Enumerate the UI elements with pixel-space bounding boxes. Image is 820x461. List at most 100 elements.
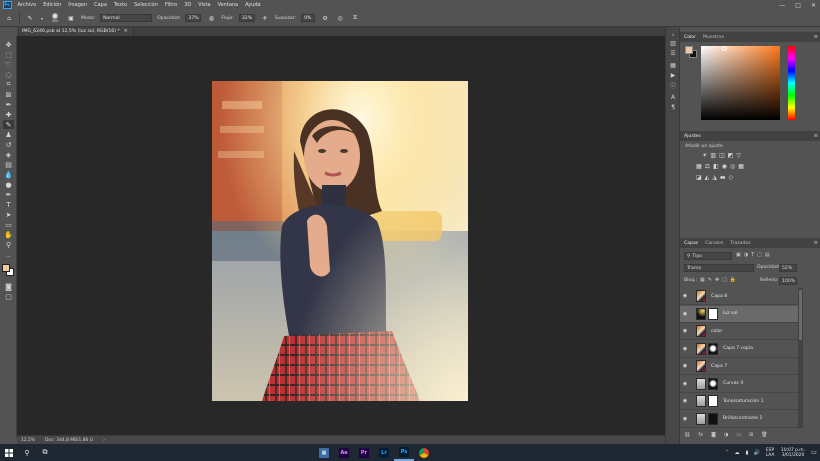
collapse-icon[interactable]: « [668, 30, 678, 39]
new-group-icon[interactable]: ▭ [736, 432, 741, 438]
quick-selection-icon[interactable]: ◌ [3, 70, 14, 79]
visibility-eye-icon[interactable]: ◉ [680, 311, 690, 317]
posterize-icon[interactable]: ◭ [705, 174, 710, 181]
tab-trazados[interactable]: Trazados [730, 241, 750, 246]
frame-tool-icon[interactable]: ⊠ [3, 90, 14, 99]
layer-row[interactable]: ◉ color [680, 323, 798, 340]
lock-artboard-icon[interactable]: ▢ [722, 277, 727, 283]
layer-mask-thumbnail[interactable] [708, 395, 718, 407]
new-adjustment-icon[interactable]: ◑ [724, 432, 728, 438]
threshold-icon[interactable]: ◮ [712, 174, 717, 181]
visibility-eye-icon[interactable]: ◉ [680, 328, 690, 334]
hue-saturation-icon[interactable]: ▦ [696, 163, 702, 170]
layer-row[interactable]: ◉ Capa 7 [680, 358, 798, 375]
quick-mask-icon[interactable]: ◙ [3, 282, 14, 291]
layer-mask-thumbnail[interactable] [708, 377, 718, 390]
marquee-tool-icon[interactable]: ⬚ [3, 50, 14, 59]
move-tool-icon[interactable]: ✥ [3, 40, 14, 49]
pressure-size-icon[interactable]: ◎ [335, 13, 345, 23]
color-lookup-icon[interactable]: ▦ [738, 163, 744, 170]
healing-brush-icon[interactable]: ✚ [3, 110, 14, 119]
levels-icon[interactable]: ▥ [710, 152, 716, 159]
chrome-app[interactable] [414, 444, 434, 461]
type-tool-icon[interactable]: T [3, 200, 14, 209]
symmetry-icon[interactable]: ⧖ [350, 13, 360, 23]
color-balance-icon[interactable]: ⚖ [705, 163, 710, 170]
layer-thumbnail[interactable] [696, 360, 706, 372]
minimize-button[interactable]: — [779, 2, 785, 9]
smooth-field[interactable]: 0% [301, 14, 316, 22]
smart-filter-icon[interactable]: ▤ [765, 252, 770, 258]
network-icon[interactable]: ▮ [742, 444, 752, 461]
visibility-eye-icon[interactable]: ◉ [680, 381, 690, 387]
menu-texto[interactable]: Texto [110, 2, 130, 8]
actions-panel-icon[interactable]: ▶ [668, 71, 678, 80]
adjustment-filter-icon[interactable]: ◑ [744, 252, 748, 258]
layer-thumbnail[interactable] [696, 412, 706, 425]
visibility-eye-icon[interactable]: ◉ [680, 416, 690, 422]
invert-icon[interactable]: ◪ [696, 174, 702, 181]
blend-mode-select[interactable]: Trama [684, 264, 754, 272]
layer-row[interactable]: ◉ Curvas 4 [680, 376, 798, 393]
type-filter-icon[interactable]: T [751, 252, 754, 258]
crop-tool-icon[interactable]: ⌗ [3, 80, 14, 89]
gear-icon[interactable]: ⚙ [320, 13, 330, 23]
menu-ventana[interactable]: Ventana [214, 2, 242, 8]
document-tab[interactable]: IMG_6246.psb al 12,5% (luz sol, RGB/16) … [17, 27, 134, 36]
pressure-opacity-icon[interactable]: ◍ [206, 13, 216, 23]
add-mask-icon[interactable]: ◙ [711, 432, 716, 438]
info-panel-icon[interactable]: ⓘ [668, 81, 678, 90]
layer-row[interactable]: ◉ Tono/saturación 1 [680, 393, 798, 410]
layer-thumbnail[interactable] [696, 377, 706, 390]
lock-pixels-icon[interactable]: ▦ [700, 277, 705, 283]
layer-thumbnail[interactable] [696, 395, 706, 407]
visibility-eye-icon[interactable]: ◉ [680, 346, 690, 352]
home-icon[interactable]: ⌂ [4, 13, 14, 23]
tab-muestras[interactable]: Muestras [703, 35, 724, 40]
search-icon[interactable]: ⚲ [18, 444, 36, 461]
menu-seleccion[interactable]: Selección [131, 2, 162, 8]
after-effects-app[interactable]: Ae [334, 444, 354, 461]
layer-thumbnail[interactable] [696, 290, 706, 302]
store-icon[interactable]: ▦ [314, 444, 334, 461]
language-indicator[interactable]: ESP LAA [762, 444, 778, 461]
layer-thumbnail[interactable] [696, 307, 706, 320]
visibility-eye-icon[interactable]: ◉ [680, 398, 690, 404]
menu-archivo[interactable]: Archivo [14, 2, 40, 8]
windows-start-icon[interactable] [0, 444, 18, 461]
layer-row[interactable]: ◉ luz sol [680, 305, 798, 323]
color-panel-swatches[interactable] [685, 46, 697, 58]
history-panel-icon[interactable]: ▥ [668, 39, 678, 48]
lock-all-icon[interactable]: 🔒 [730, 277, 736, 283]
history-brush-icon[interactable]: ↺ [3, 140, 14, 149]
trash-icon[interactable]: 🗑 [761, 432, 767, 438]
eraser-icon[interactable]: ◈ [3, 150, 14, 159]
paragraph-panel-icon[interactable]: ¶ [668, 103, 678, 112]
tab-ajustes[interactable]: Ajustes [684, 134, 701, 139]
more-tools-icon[interactable]: ··· [3, 252, 14, 261]
pixel-filter-icon[interactable]: ▣ [736, 252, 741, 258]
lightroom-app[interactable]: Lr [374, 444, 394, 461]
menu-3d[interactable]: 3D [181, 2, 195, 8]
panel-menu-icon[interactable]: ≡ [814, 133, 818, 139]
menu-capa[interactable]: Capa [91, 2, 111, 8]
eyedropper-icon[interactable]: ✒ [3, 100, 14, 109]
clone-stamp-icon[interactable]: ♟ [3, 130, 14, 139]
scrollbar-thumb[interactable] [799, 290, 802, 340]
tab-canales[interactable]: Canales [705, 241, 723, 246]
path-selection-icon[interactable]: ➤ [3, 210, 14, 219]
libraries-panel-icon[interactable]: ▦ [668, 61, 678, 70]
menu-vista[interactable]: Vista [195, 2, 214, 8]
task-view-icon[interactable]: ⧉ [36, 444, 54, 461]
brightness-icon[interactable]: ☀ [702, 152, 707, 159]
tab-color[interactable]: Color [684, 35, 696, 40]
clock[interactable]: 10:07 p.m. 3/01/2020 [778, 444, 808, 461]
chevron-right-icon[interactable]: › [103, 438, 105, 443]
zoom-tool-icon[interactable]: ⚲ [3, 240, 14, 249]
brush-tool-icon[interactable]: ✎ [3, 120, 14, 129]
lock-position-icon[interactable]: ✥ [715, 277, 719, 283]
brush-settings-icon[interactable]: ▣ [66, 13, 76, 23]
brush-preset-picker[interactable]: 300 [49, 13, 61, 23]
cloud-icon[interactable]: ☁ [732, 444, 742, 461]
tray-up-icon[interactable]: ˄ [722, 444, 732, 461]
